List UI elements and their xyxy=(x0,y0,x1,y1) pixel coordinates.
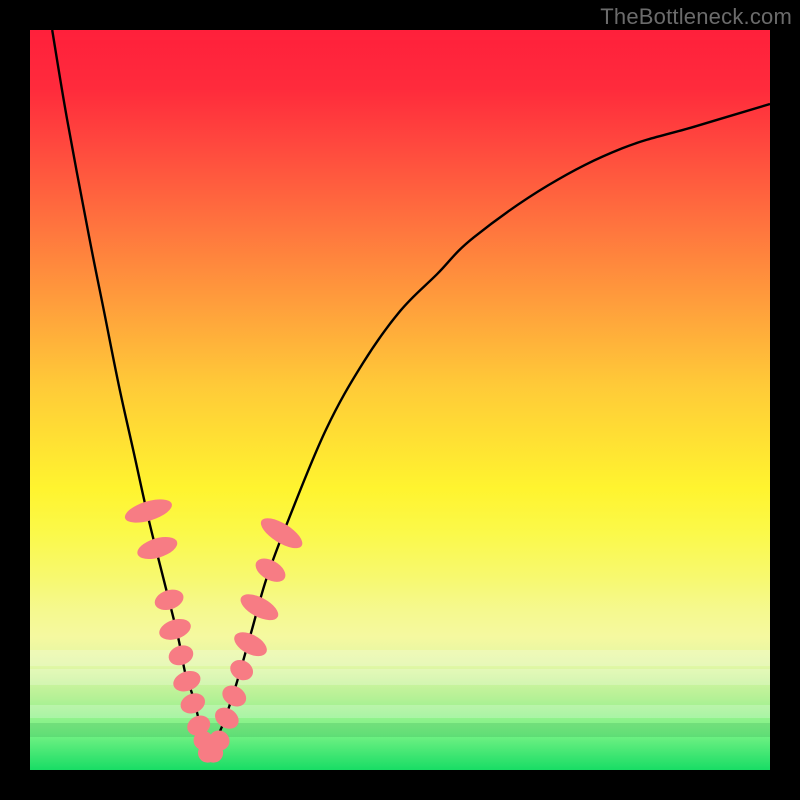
curve-right-branch xyxy=(208,104,770,755)
bead xyxy=(211,703,243,733)
watermark-text: TheBottleneck.com xyxy=(600,4,792,30)
chart-plot-area xyxy=(30,30,770,770)
bead xyxy=(170,667,203,695)
beads-group xyxy=(122,495,307,766)
bead xyxy=(219,681,250,710)
bead xyxy=(166,642,196,668)
bead xyxy=(227,656,257,684)
bead xyxy=(178,690,209,717)
chart-container: TheBottleneck.com xyxy=(0,0,800,800)
bead xyxy=(237,589,283,625)
chart-svg xyxy=(30,30,770,770)
bead xyxy=(256,512,306,553)
bead xyxy=(152,586,186,613)
bead xyxy=(157,615,194,643)
bead xyxy=(252,554,290,587)
